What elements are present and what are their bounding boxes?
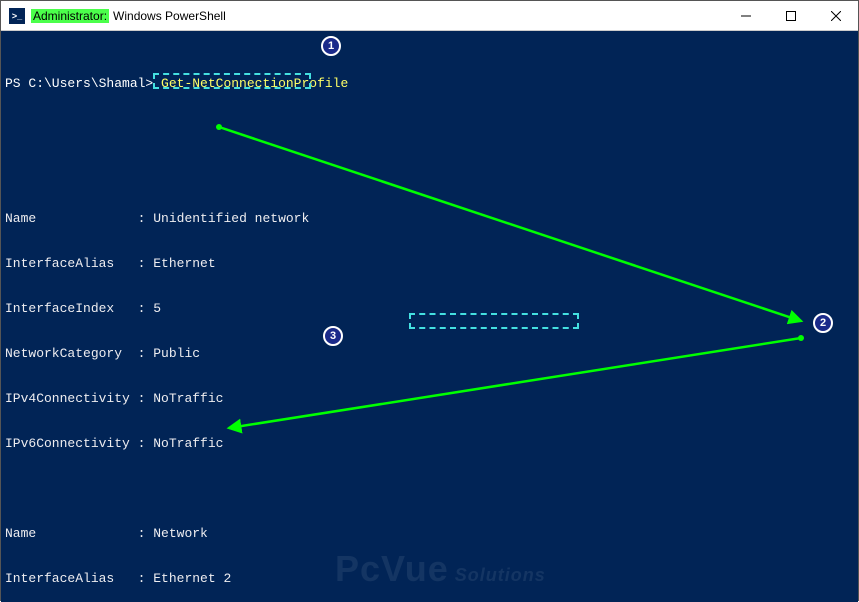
annotation-badge-1: 1 [321, 36, 341, 56]
admin-prefix: Administrator: [31, 9, 109, 23]
lbl-alias: InterfaceAlias [5, 256, 114, 271]
lbl-v6: IPv6Connectivity [5, 436, 130, 451]
annotation-badge-2: 2 [813, 313, 833, 333]
val: Public [153, 346, 200, 361]
val: Ethernet 2 [153, 571, 231, 586]
window-title: Windows PowerShell [113, 9, 226, 23]
close-button[interactable] [813, 1, 858, 31]
window-titlebar: >_ Administrator: Windows PowerShell [1, 1, 858, 31]
lbl-v4: IPv4Connectivity [5, 391, 130, 406]
highlight-box-2 [409, 313, 579, 329]
maximize-button[interactable] [768, 1, 813, 31]
val: Ethernet [153, 256, 215, 271]
terminal-area[interactable]: PS C:\Users\Shamal> Get-NetConnectionPro… [1, 31, 858, 602]
cmd-get-1: Get-NetConnectionProfile [161, 76, 348, 91]
val: Network [153, 526, 208, 541]
lbl-index: InterfaceIndex [5, 301, 114, 316]
powershell-icon: >_ [9, 8, 25, 24]
lbl-name: Name [5, 211, 36, 226]
val: Unidentified network [153, 211, 309, 226]
val: NoTraffic [153, 436, 223, 451]
lbl-cat: NetworkCategory [5, 346, 122, 361]
annotation-arrows [1, 31, 858, 602]
annotation-badge-3: 3 [323, 326, 343, 346]
minimize-button[interactable] [723, 1, 768, 31]
val: NoTraffic [153, 391, 223, 406]
val: 5 [153, 301, 161, 316]
prompt: PS C:\Users\Shamal> [5, 76, 153, 91]
